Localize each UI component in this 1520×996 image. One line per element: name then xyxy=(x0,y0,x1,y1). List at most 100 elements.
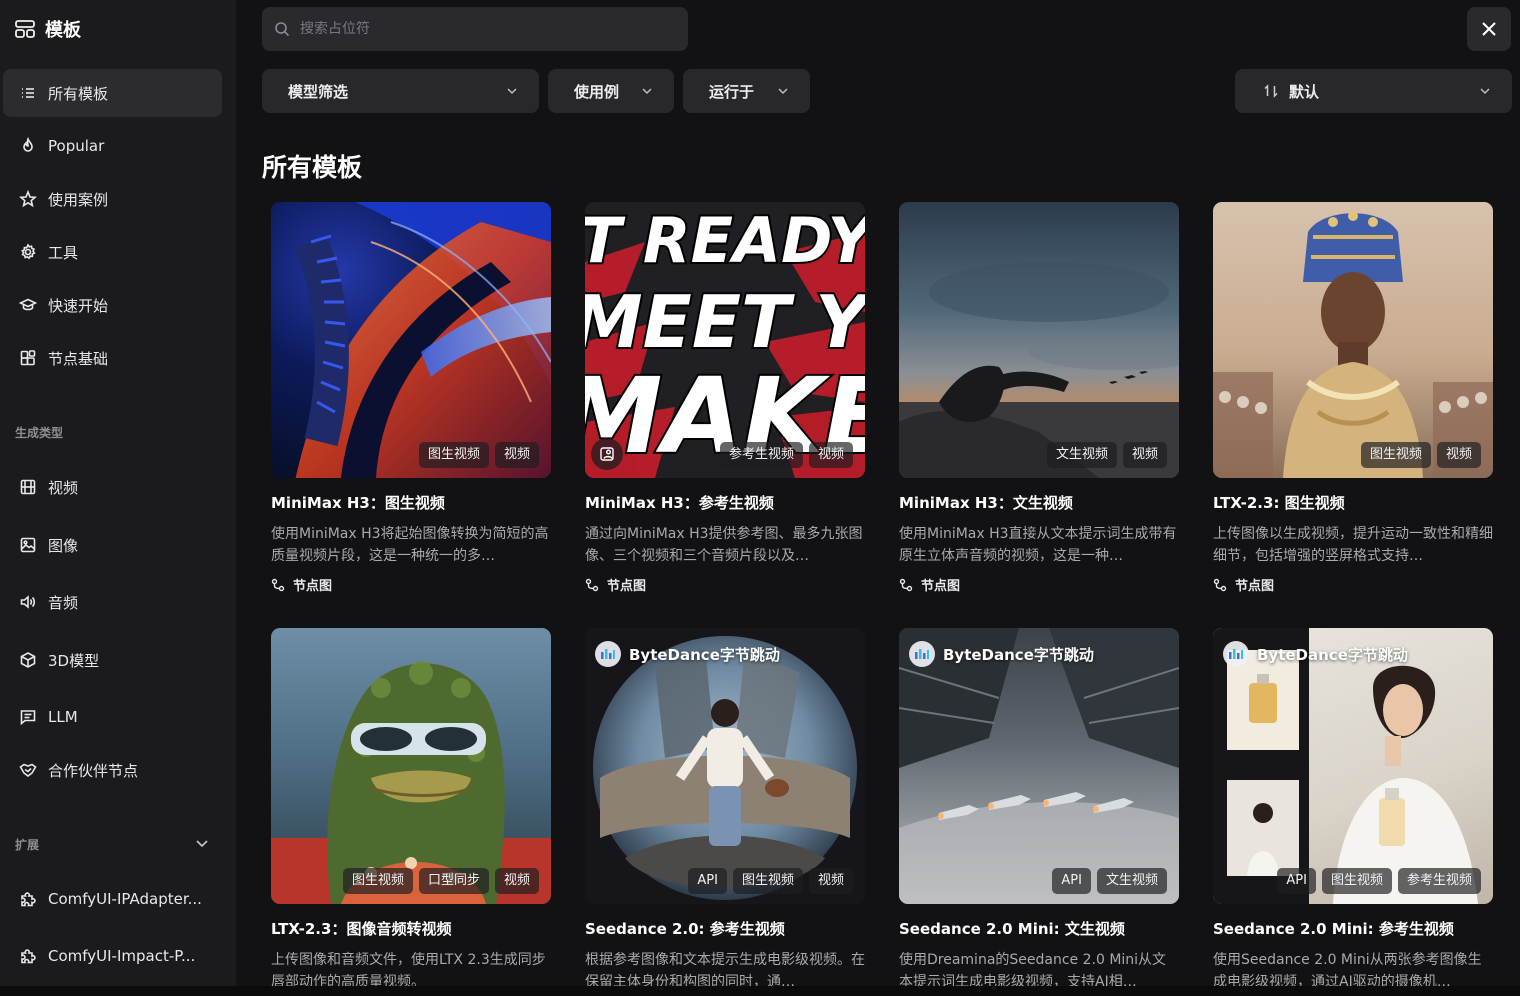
card-title: MiniMax H3：文生视频 xyxy=(899,494,1073,512)
tag-list: API 文生视频 xyxy=(1052,868,1167,894)
tag-list: 图生视频 视频 xyxy=(418,442,539,468)
bytedance-badge-label: ByteDance字节跳动 xyxy=(629,645,780,664)
node-graph-icon xyxy=(271,578,285,591)
template-thumbnail[interactable]: ByteDance字节跳动 API 图生视频 参考生视频 xyxy=(1213,628,1493,904)
search-input[interactable] xyxy=(300,21,660,37)
chevron-down-icon xyxy=(642,88,652,95)
template-icon xyxy=(15,20,35,38)
template-card[interactable]: T READY MEET YO MAKE 参考生视频 视频 MiniMax H3… xyxy=(585,202,865,594)
thumbnail-art xyxy=(593,636,857,900)
sidebar-item-video[interactable]: 视频 xyxy=(3,463,222,511)
tag: 视频 xyxy=(494,442,539,468)
card-description: 使用MiniMax H3将起始图像转换为简短的高质量视频片段，这是一种统一的多… xyxy=(271,526,549,564)
template-card[interactable]: 图生视频 视频 MiniMax H3：图生视频 使用MiniMax H3将起始图… xyxy=(271,202,551,594)
card-description: 使用MiniMax H3直接从文本提示词生成带有原生立体声音频的视频，这是一种… xyxy=(899,526,1177,564)
sidebar-item-llm[interactable]: LLM xyxy=(3,693,222,741)
tag: 图生视频 xyxy=(418,442,489,468)
tag: 文生视频 xyxy=(1046,442,1117,468)
tag: API xyxy=(1052,868,1091,894)
card-title: MiniMax H3：参考生视频 xyxy=(585,494,774,512)
tag-list: API 图生视频 参考生视频 xyxy=(1277,868,1481,894)
tag-list: 图生视频 口型同步 视频 xyxy=(342,868,539,894)
card-title: MiniMax H3：图生视频 xyxy=(271,494,445,512)
template-card[interactable]: ByteDance字节跳动 API 图生视频 参考生视频 Seedance 2.… xyxy=(1213,628,1493,993)
bytedance-logo-icon xyxy=(1223,641,1249,667)
thumbnail-art: T READY MEET YO MAKE xyxy=(585,202,865,478)
star-icon xyxy=(19,190,37,208)
chevron-down-icon[interactable] xyxy=(194,835,210,851)
bottom-edge xyxy=(0,986,1520,996)
sidebar-item-partner-nodes[interactable]: 合作伙伴节点 xyxy=(3,746,222,794)
gear-icon xyxy=(21,243,36,260)
tag: 文生视频 xyxy=(1096,868,1167,894)
thumbnail-art xyxy=(1213,211,1493,478)
sort-icon xyxy=(1264,84,1278,98)
comic-text-line: MEET YO xyxy=(585,280,865,364)
bytedance-badge-label: ByteDance字节跳动 xyxy=(1257,645,1408,664)
sidebar-item-impact-pack[interactable]: ComfyUI-Impact-P... xyxy=(3,932,222,980)
bytedance-badge: ByteDance字节跳动 xyxy=(909,641,1094,667)
tag-list: 图生视频 视频 xyxy=(1360,442,1481,468)
thumbnail-art xyxy=(899,262,1179,478)
template-thumbnail[interactable]: 图生视频 口型同步 视频 xyxy=(271,628,551,904)
template-card[interactable]: 图生视频 视频 LTX-2.3: 图生视频 上传图像以生成视频，提升运动一致性和… xyxy=(1213,202,1493,594)
card-footer-label: 节点图 xyxy=(293,579,333,594)
sidebar-item-label: 音频 xyxy=(48,593,79,612)
sidebar-item-image[interactable]: 图像 xyxy=(3,521,222,569)
cube-icon xyxy=(20,652,36,668)
template-card[interactable]: 图生视频 口型同步 视频 LTX-2.3：图像音频转视频 上传图像和音频文件，使… xyxy=(271,628,551,993)
film-icon xyxy=(20,479,36,495)
sidebar-brand: 模板 xyxy=(14,16,81,42)
bytedance-badge: ByteDance字节跳动 xyxy=(1223,641,1408,667)
sidebar-item-tools[interactable]: 工具 xyxy=(3,228,222,276)
image-reference-icon xyxy=(591,438,623,470)
close-button[interactable] xyxy=(1467,7,1511,51)
sidebar-item-ipadapter[interactable]: ComfyUI-IPAdapter... xyxy=(3,875,222,923)
card-title: LTX-2.3: 图生视频 xyxy=(1213,494,1345,512)
sidebar-item-audio[interactable]: 音频 xyxy=(3,578,222,626)
template-thumbnail[interactable]: 图生视频 视频 xyxy=(271,202,551,478)
template-thumbnail[interactable]: 文生视频 视频 xyxy=(899,202,1179,478)
sort-dropdown[interactable]: 默认 xyxy=(1235,69,1512,113)
puzzle-icon xyxy=(21,949,36,964)
template-card[interactable]: 文生视频 视频 MiniMax H3：文生视频 使用MiniMax H3直接从文… xyxy=(899,202,1179,594)
runs-on-dropdown[interactable]: 运行于 xyxy=(683,69,810,113)
tag: 视频 xyxy=(1122,442,1167,468)
template-thumbnail[interactable]: 图生视频 视频 xyxy=(1213,202,1493,478)
tag: 视频 xyxy=(808,868,853,894)
card-title: Seedance 2.0 Mini: 文生视频 xyxy=(899,920,1125,938)
template-thumbnail[interactable]: ByteDance字节跳动 API 图生视频 视频 xyxy=(585,628,865,904)
sidebar-item-label: 合作伙伴节点 xyxy=(48,761,139,780)
tag-list: 参考生视频 视频 xyxy=(719,442,853,468)
template-thumbnail[interactable]: T READY MEET YO MAKE 参考生视频 视频 xyxy=(585,202,865,478)
sidebar: 模板 所有模板 Popular 使用案例 工具 快速开始 节点基础 生成类型 视… xyxy=(0,0,236,996)
sidebar-item-label: 图像 xyxy=(48,536,79,555)
sidebar-item-all-templates[interactable]: 所有模板 xyxy=(3,69,222,117)
thumbnail-art xyxy=(1213,628,1478,904)
section-label-generate-type: 生成类型 xyxy=(15,426,64,440)
search-box[interactable] xyxy=(262,7,688,51)
chevron-down-icon xyxy=(778,88,788,95)
tag: 参考生视频 xyxy=(719,442,803,468)
card-title: Seedance 2.0 Mini: 参考生视频 xyxy=(1213,920,1454,938)
template-thumbnail[interactable]: ByteDance字节跳动 API 文生视频 xyxy=(899,628,1179,904)
template-card[interactable]: ByteDance字节跳动 API 文生视频 Seedance 2.0 Mini… xyxy=(899,628,1179,993)
sidebar-item-label: 快速开始 xyxy=(48,296,109,315)
sidebar-item-3d-model[interactable]: 3D模型 xyxy=(3,636,222,684)
sidebar-item-popular[interactable]: Popular xyxy=(3,122,222,170)
sidebar-item-node-basics[interactable]: 节点基础 xyxy=(3,334,222,382)
puzzle-icon xyxy=(21,892,36,907)
chevron-down-icon xyxy=(1480,88,1490,95)
model-filter-dropdown[interactable]: 模型筛选 xyxy=(262,69,539,113)
node-graph-icon xyxy=(585,578,599,591)
template-card[interactable]: ByteDance字节跳动 API 图生视频 视频 Seedance 2.0: … xyxy=(585,628,865,993)
sidebar-item-use-cases[interactable]: 使用案例 xyxy=(3,175,222,223)
use-case-dropdown[interactable]: 使用例 xyxy=(548,69,674,113)
sidebar-item-quick-start[interactable]: 快速开始 xyxy=(3,281,222,329)
page-title: 所有模板 xyxy=(262,153,363,182)
handshake-icon xyxy=(19,763,37,777)
card-title: Seedance 2.0: 参考生视频 xyxy=(585,920,785,938)
bytedance-badge: ByteDance字节跳动 xyxy=(595,641,780,667)
tag-list: API 图生视频 视频 xyxy=(688,868,853,894)
tag: 图生视频 xyxy=(342,868,413,894)
